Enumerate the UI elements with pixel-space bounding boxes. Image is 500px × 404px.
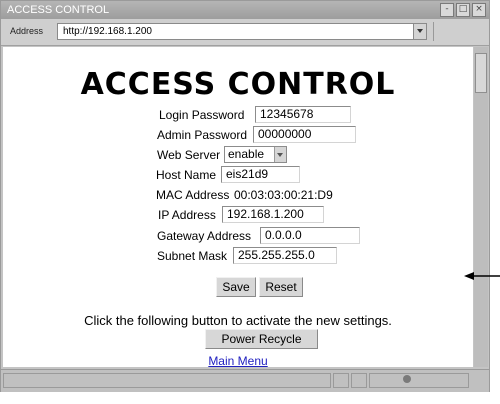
login-password-label: Login Password (159, 108, 245, 122)
reset-button[interactable]: Reset (259, 277, 303, 297)
admin-password-field[interactable]: 00000000 (253, 126, 356, 143)
window-title: ACCESS CONTROL (7, 4, 110, 16)
status-bar (1, 369, 489, 392)
zone-icon (403, 375, 411, 383)
address-input[interactable]: http://192.168.1.200 (57, 23, 427, 40)
address-label: Address (10, 26, 44, 36)
host-name-field[interactable]: eis21d9 (221, 166, 300, 183)
status-panel (369, 373, 469, 388)
address-bar: Address http://192.168.1.200 (1, 19, 489, 46)
status-panel (333, 373, 349, 388)
host-name-label: Host Name (156, 168, 217, 182)
login-password-field[interactable]: 12345678 (255, 106, 351, 123)
page-title: ACCESS CONTROL (80, 67, 396, 102)
page-content: ACCESS CONTROL Login Password 12345678 A… (3, 47, 473, 367)
subnet-mask-field[interactable]: 255.255.255.0 (233, 247, 337, 264)
mac-address-value: 00:03:03:00:21:D9 (234, 188, 333, 202)
gateway-address-label: Gateway Address (157, 229, 252, 243)
save-button[interactable]: Save (216, 277, 256, 297)
toolbar-divider (433, 22, 434, 41)
mac-address-label: MAC Address (156, 188, 230, 202)
chevron-down-icon[interactable] (274, 147, 286, 162)
web-server-value: enable (228, 147, 265, 161)
callout-arrow-icon (464, 272, 500, 280)
vertical-scrollbar[interactable] (474, 47, 488, 367)
status-panel (3, 373, 331, 388)
subnet-mask-label: Subnet Mask (157, 249, 228, 263)
ip-address-label: IP Address (158, 208, 216, 222)
window-controls: - □ × (440, 3, 486, 17)
chevron-down-icon[interactable] (413, 24, 426, 39)
browser-window: ACCESS CONTROL - □ × Address http://192.… (0, 0, 490, 392)
admin-password-label: Admin Password (157, 128, 248, 142)
activate-settings-message: Click the following button to activate t… (84, 313, 392, 328)
gateway-address-field[interactable]: 0.0.0.0 (260, 227, 360, 244)
minimize-button[interactable]: - (440, 3, 454, 17)
scrollbar-thumb[interactable] (475, 53, 487, 93)
main-menu-link-label[interactable]: Main Menu (208, 354, 267, 367)
web-server-select[interactable]: enable (224, 146, 287, 163)
ip-address-field[interactable]: 192.168.1.200 (222, 206, 324, 223)
status-panel (351, 373, 367, 388)
web-server-label: Web Server (157, 148, 221, 162)
close-button[interactable]: × (472, 3, 486, 17)
power-recycle-button[interactable]: Power Recycle (205, 329, 318, 349)
main-menu-link[interactable]: Main Menu (3, 354, 473, 367)
title-bar: ACCESS CONTROL - □ × (1, 1, 489, 19)
maximize-button[interactable]: □ (456, 3, 470, 17)
